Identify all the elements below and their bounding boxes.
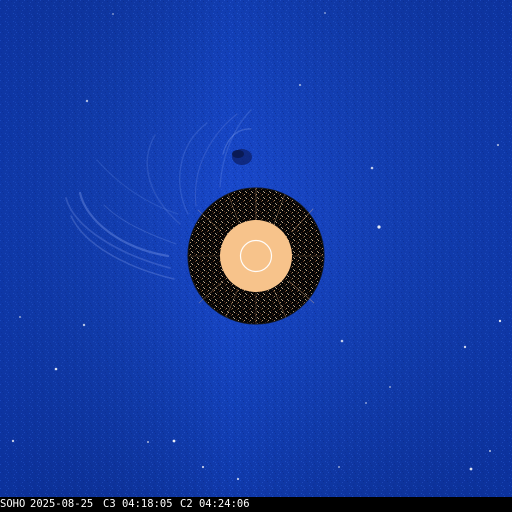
coronagraph-scene xyxy=(0,0,512,497)
coronagraph-image: SOHO 2025-08-25 C3 04:18:05 C2 04:24:06 xyxy=(0,0,512,512)
inner-sun-disk xyxy=(220,220,292,292)
c2-time: C2 04:24:06 xyxy=(180,498,250,510)
occulter-assembly xyxy=(187,187,325,325)
observatory-label: SOHO xyxy=(0,498,26,510)
dark-blob xyxy=(232,149,252,165)
capture-date: 2025-08-25 xyxy=(30,498,94,510)
c3-time: C3 04:18:05 xyxy=(103,498,173,510)
caption-bar: SOHO 2025-08-25 C3 04:18:05 C2 04:24:06 xyxy=(0,497,512,512)
